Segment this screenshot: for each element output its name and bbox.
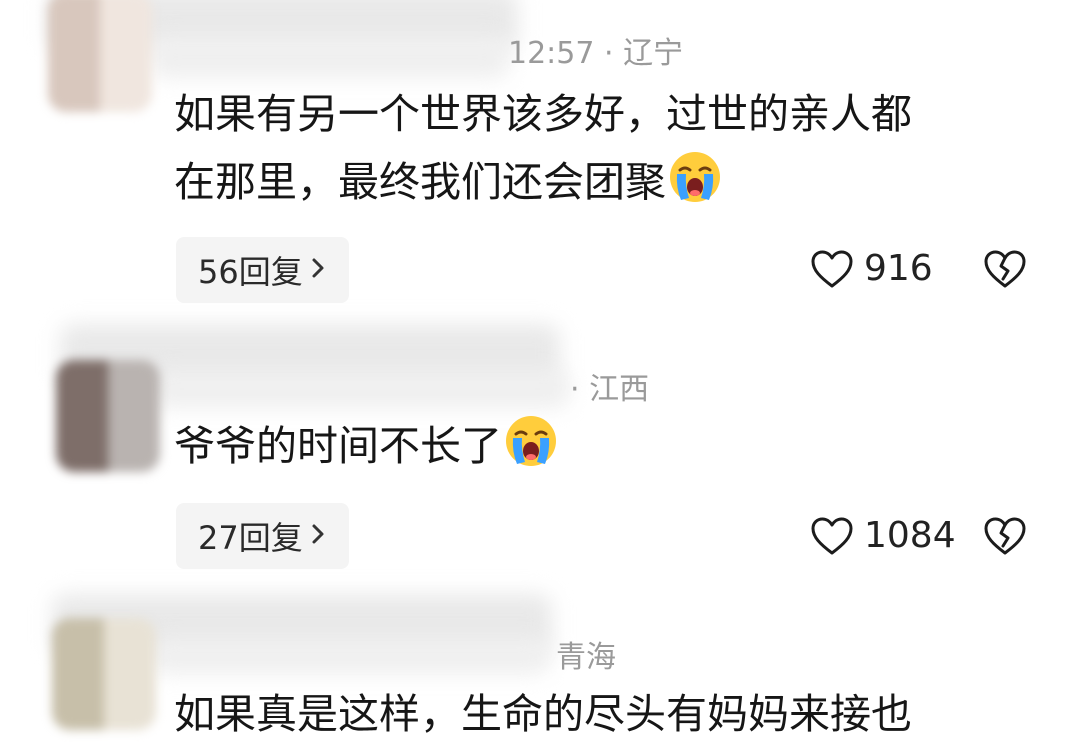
comment-meta: 青海 bbox=[556, 632, 616, 676]
comment-item: · 江西 爷爷的时间不长了 27回复 1084 bbox=[0, 320, 1080, 590]
crying-face-icon bbox=[506, 416, 556, 466]
like-count: 916 bbox=[864, 248, 933, 289]
username-redacted bbox=[150, 370, 570, 408]
view-replies-button[interactable]: 56回复 bbox=[176, 237, 349, 303]
comment-meta: · 江西 bbox=[570, 372, 650, 407]
crying-face-icon bbox=[670, 152, 720, 202]
avatar[interactable] bbox=[52, 618, 156, 730]
like-button[interactable]: 916 bbox=[810, 248, 933, 289]
avatar[interactable] bbox=[48, 0, 152, 112]
comment-text: 如果真是这样，生命的尽头有妈妈来接也 bbox=[174, 690, 912, 738]
username-redacted bbox=[150, 638, 550, 674]
comment-text: 如果有另一个世界该多好，过世的亲人都 在那里，最终我们还会团聚 bbox=[174, 90, 912, 206]
comment-text: 爷爷的时间不长了 bbox=[174, 412, 558, 480]
broken-heart-icon bbox=[984, 517, 1026, 555]
dislike-button[interactable] bbox=[982, 248, 1028, 294]
comment-location: 江西 bbox=[589, 372, 650, 407]
broken-heart-icon bbox=[984, 250, 1026, 288]
comment-item: 青海 如果真是这样，生命的尽头有妈妈来接也 bbox=[0, 590, 1080, 738]
dislike-button[interactable] bbox=[982, 515, 1028, 561]
view-replies-button[interactable]: 27回复 bbox=[176, 503, 349, 569]
heart-outline-icon bbox=[811, 517, 853, 554]
username-redacted bbox=[150, 36, 510, 78]
comment-location: 辽宁 bbox=[623, 36, 684, 71]
comment-meta: 12:57 · 辽宁 bbox=[508, 36, 684, 71]
avatar[interactable] bbox=[56, 360, 160, 472]
comment-location: 青海 bbox=[556, 640, 616, 675]
chevron-right-icon bbox=[309, 253, 327, 288]
like-button[interactable]: 1084 bbox=[810, 515, 956, 556]
chevron-right-icon bbox=[309, 519, 327, 554]
heart-outline-icon bbox=[811, 250, 853, 287]
comment-time: 12:57 bbox=[508, 36, 595, 71]
like-count: 1084 bbox=[864, 515, 956, 556]
comment-item: 12:57 · 辽宁 如果有另一个世界该多好，过世的亲人都 在那里，最终我们还会… bbox=[0, 0, 1080, 320]
